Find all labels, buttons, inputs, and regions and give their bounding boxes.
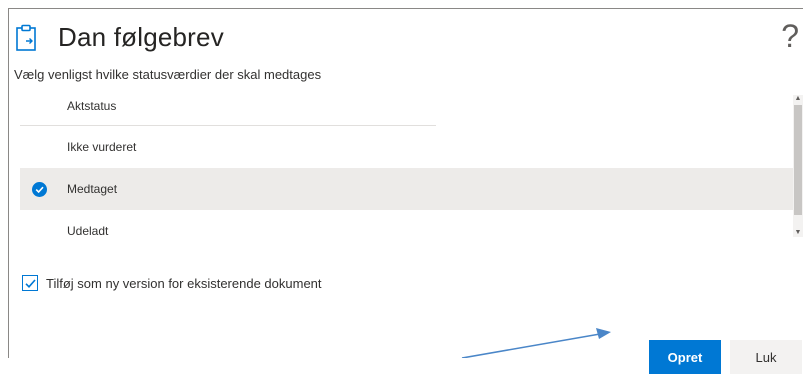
annotation-arrow bbox=[461, 328, 611, 358]
